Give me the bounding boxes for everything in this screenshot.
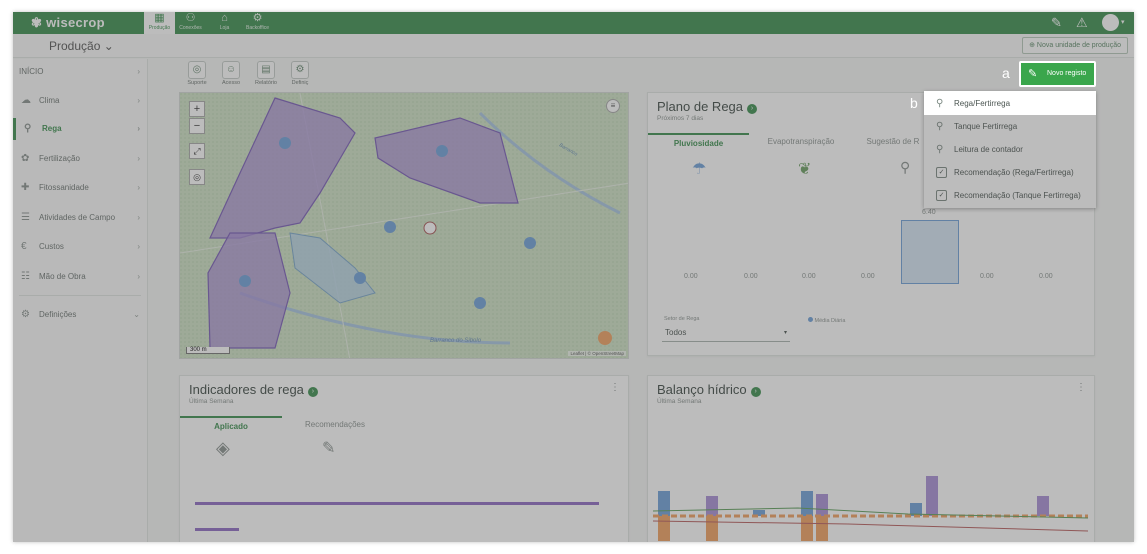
sprinkler-icon: ⚲ bbox=[936, 98, 944, 109]
menu-item-rega-fertirrega[interactable]: ⚲ Rega/Fertirrega bbox=[924, 92, 1096, 115]
annotation-marker-a: a bbox=[1002, 65, 1010, 81]
menu-dim-overlay bbox=[924, 115, 1096, 208]
annotation-marker-b: b bbox=[910, 95, 918, 111]
app-window: ✾ wisecrop ▦ Produção ⚇ Conexões ⌂ Loja ⚙ Ba… bbox=[13, 12, 1134, 542]
new-record-button[interactable]: ✎ Novo registo bbox=[1019, 61, 1096, 87]
new-record-menu: ⚲ Rega/Fertirrega ⚲ Tanque Fertirrega ⚲ Lei… bbox=[924, 91, 1096, 208]
pen-icon: ✎ bbox=[1028, 68, 1038, 80]
